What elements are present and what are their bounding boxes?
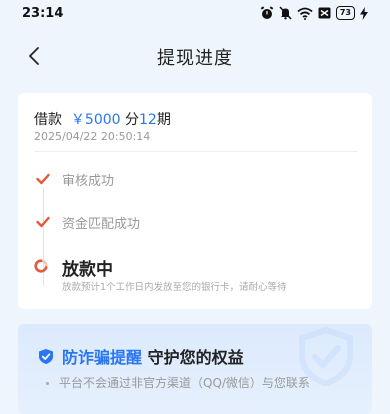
alarm-icon xyxy=(260,6,274,19)
loan-term-suffix: 期 xyxy=(156,112,171,128)
status-time: 23:14 xyxy=(22,5,64,21)
loan-term-count: 12 xyxy=(139,112,157,128)
loan-term-prefix: 分 xyxy=(125,112,139,128)
step-label: 审核成功 xyxy=(62,174,115,189)
divider xyxy=(34,151,358,152)
battery-indicator: 73 xyxy=(335,6,355,20)
loading-icon xyxy=(34,259,48,273)
charging-icon xyxy=(360,6,368,20)
loan-summary: 借款 ￥5000 分12期 xyxy=(34,109,171,129)
step-label-current: 放款中 xyxy=(62,260,113,280)
loan-date: 2025/04/22 20:50:14 xyxy=(34,130,151,143)
loan-amount: ￥5000 xyxy=(70,112,121,128)
status-bar: 23:14 73 xyxy=(0,0,390,26)
notice-item: 平台不会通过非官方渠道（QQ/微信）与您联系 xyxy=(46,374,310,391)
notice-title-highlight: 防诈骗提醒 xyxy=(62,348,143,367)
step-description: 放款预计1个工作日内发放至您的银行卡，请耐心等待 xyxy=(62,282,287,293)
notice-item-text: 平台不会通过非官方渠道（QQ/微信）与您联系 xyxy=(59,376,310,390)
notice-title-rest: 守护您的权益 xyxy=(147,348,244,367)
step-label: 资金匹配成功 xyxy=(62,217,141,232)
sim-icon xyxy=(318,7,331,19)
loan-prefix: 借款 xyxy=(34,112,62,128)
check-icon xyxy=(36,216,50,228)
notice-title: 防诈骗提醒 守护您的权益 xyxy=(38,344,244,368)
anti-fraud-notice: 防诈骗提醒 守护您的权益 平台不会通过非官方渠道（QQ/微信）与您联系 xyxy=(18,324,372,414)
check-icon xyxy=(36,173,50,185)
status-icons: 73 xyxy=(260,6,368,20)
wifi-icon xyxy=(297,7,313,20)
shield-check-icon xyxy=(39,348,53,364)
bullet-dot xyxy=(46,382,49,385)
mute-icon xyxy=(279,6,292,20)
nav-bar: 提现进度 xyxy=(0,36,390,76)
progress-card: 借款 ￥5000 分12期 2025/04/22 20:50:14 审核成功 资… xyxy=(18,93,372,309)
page-title: 提现进度 xyxy=(157,48,233,69)
